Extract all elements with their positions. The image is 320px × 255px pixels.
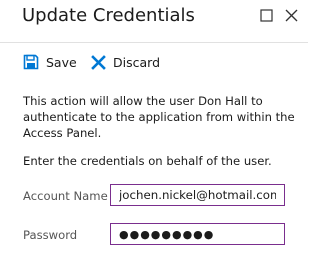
description-text: This action will allow the user Don Hall… bbox=[23, 94, 295, 140]
maximize-button[interactable] bbox=[257, 6, 277, 26]
account-name-label: Account Name bbox=[23, 189, 108, 203]
toolbar: Save Discard bbox=[0, 43, 308, 81]
maximize-icon bbox=[260, 9, 273, 22]
close-icon bbox=[285, 9, 298, 22]
save-label: Save bbox=[46, 54, 77, 70]
password-input[interactable] bbox=[110, 223, 285, 245]
close-button[interactable] bbox=[282, 6, 302, 26]
discard-button[interactable]: Discard bbox=[91, 52, 160, 72]
dialog-title: Update Credentials bbox=[22, 5, 195, 26]
save-icon bbox=[23, 54, 39, 70]
instruction-text: Enter the credentials on behalf of the u… bbox=[23, 154, 272, 168]
password-label: Password bbox=[23, 228, 78, 242]
discard-icon bbox=[91, 54, 106, 70]
account-name-input[interactable] bbox=[110, 184, 285, 206]
save-button[interactable]: Save bbox=[23, 52, 77, 72]
dialog-header: Update Credentials bbox=[0, 0, 308, 40]
discard-label: Discard bbox=[113, 54, 160, 70]
